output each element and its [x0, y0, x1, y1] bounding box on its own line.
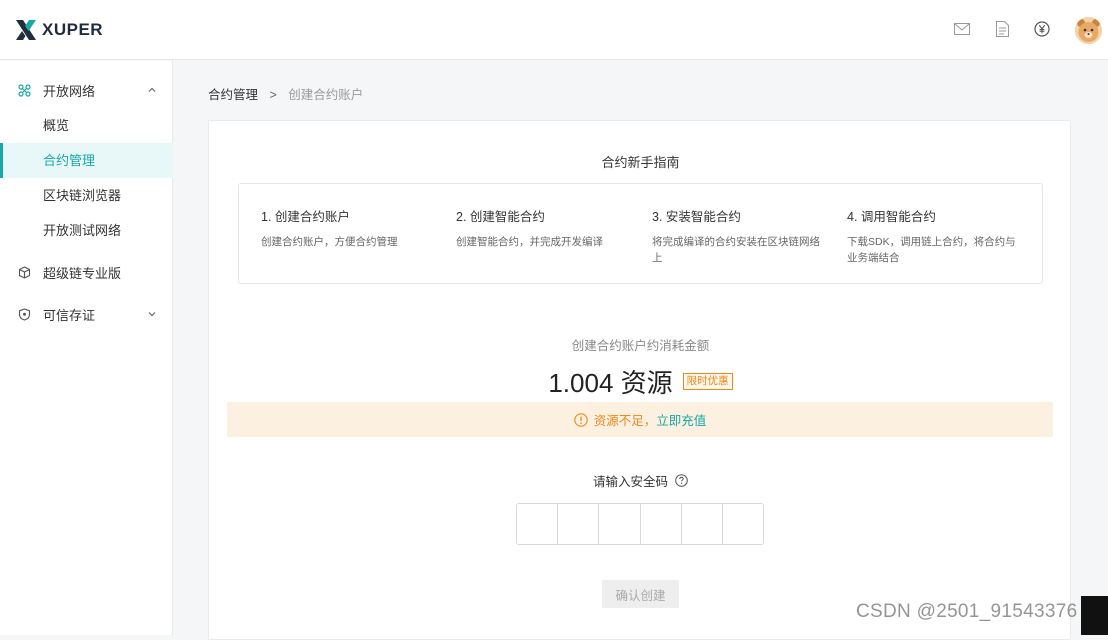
sidebar-item-contract-management[interactable]: 合约管理	[0, 143, 173, 178]
shield-icon	[18, 308, 31, 321]
sidebar-group-label: 超级链专业版	[43, 266, 122, 281]
warning-text: 资源不足，	[593, 414, 657, 428]
confirm-create-button[interactable]: 确认创建	[602, 580, 679, 608]
sidebar-item-blockchain-explorer[interactable]: 区块链浏览器	[0, 178, 173, 213]
recharge-link[interactable]: 立即充值	[656, 410, 706, 429]
guide-step-2: 2. 创建智能合约 创建智能合约，并完成开发编译	[456, 206, 634, 250]
step-title: 2. 创建智能合约	[456, 210, 545, 224]
insufficient-resource-warning: 资源不足， 立即充值	[227, 402, 1053, 437]
step-desc: 将完成编译的合约安装在区块链网络上	[652, 236, 820, 264]
step-title: 1. 创建合约账户	[261, 210, 350, 224]
document-icon[interactable]	[993, 20, 1011, 38]
cube-icon	[18, 266, 31, 279]
cost-label: 创建合约账户约消耗金额	[571, 339, 710, 353]
sidebar-group-label: 可信存证	[43, 308, 96, 323]
security-code-digit-1[interactable]	[517, 504, 559, 544]
promo-badge: 限时优惠	[682, 373, 733, 390]
security-code-digit-5[interactable]	[681, 504, 723, 544]
corner-overlay	[1081, 596, 1108, 635]
sidebar: 开放网络 概览 合约管理 区块链浏览器 开放测试网络 超级链专业版 可信存证	[0, 61, 173, 635]
guide-step-4: 4. 调用智能合约 下载SDK，调用链上合约，将合约与业务端结合	[847, 206, 1022, 266]
step-desc: 创建合约账户，方便合约管理	[261, 236, 398, 248]
guide-step-3: 3. 安装智能合约 将完成编译的合约安装在区块链网络上	[652, 206, 827, 266]
security-code-digit-2[interactable]	[558, 504, 600, 544]
guide-steps: 1. 创建合约账户 创建合约账户，方便合约管理 2. 创建智能合约 创建智能合约…	[238, 183, 1043, 284]
breadcrumb: 合约管理 > 创建合约账户	[208, 84, 363, 103]
sidebar-group-label: 开放网络	[43, 84, 96, 99]
breadcrumb-current: 创建合约账户	[288, 88, 364, 102]
guide-title: 合约新手指南	[601, 155, 680, 170]
step-title: 4. 调用智能合约	[847, 210, 936, 224]
mail-icon[interactable]	[953, 20, 971, 38]
user-avatar[interactable]	[1075, 17, 1102, 44]
brand-name: XUPER	[42, 20, 104, 39]
sidebar-group-trusted-evidence[interactable]: 可信存证	[0, 297, 173, 332]
chevron-down-icon	[148, 312, 156, 317]
security-code-label-row: 请输入安全码	[209, 471, 1072, 490]
xuper-logo-icon	[16, 20, 36, 40]
watermark: CSDN @2501_91543376	[856, 601, 1078, 622]
security-code-input	[516, 503, 764, 545]
sidebar-group-open-network[interactable]: 开放网络	[0, 73, 173, 108]
step-desc: 下载SDK，调用链上合约，将合约与业务端结合	[847, 236, 1016, 264]
chevron-up-icon	[148, 87, 156, 92]
cost-row: 1.004 资源 限时优惠	[209, 363, 1072, 400]
sidebar-group-xuperchain-pro[interactable]: 超级链专业版	[0, 255, 173, 290]
step-title: 3. 安装智能合约	[652, 210, 741, 224]
security-code-digit-3[interactable]	[599, 504, 641, 544]
help-icon[interactable]	[675, 474, 688, 487]
breadcrumb-separator: >	[269, 88, 277, 102]
sidebar-item-overview[interactable]: 概览	[0, 108, 173, 143]
step-desc: 创建智能合约，并完成开发编译	[456, 236, 603, 248]
top-header: XUPER	[0, 0, 1108, 60]
security-code-digit-4[interactable]	[640, 504, 682, 544]
create-account-card: 合约新手指南 1. 创建合约账户 创建合约账户，方便合约管理 2. 创建智能合约…	[208, 120, 1071, 640]
breadcrumb-contract-management[interactable]: 合约管理	[208, 88, 258, 102]
sidebar-item-open-testnet[interactable]: 开放测试网络	[0, 213, 173, 248]
cost-value: 1.004 资源	[548, 368, 673, 398]
yuan-coin-icon[interactable]	[1033, 20, 1051, 38]
security-code-digit-6[interactable]	[722, 504, 763, 544]
guide-step-1: 1. 创建合约账户 创建合约账户，方便合约管理	[261, 206, 439, 250]
security-code-label: 请输入安全码	[592, 475, 668, 489]
xuper-logo[interactable]: XUPER	[14, 19, 103, 41]
network-icon	[18, 84, 31, 97]
warning-icon	[573, 412, 588, 427]
